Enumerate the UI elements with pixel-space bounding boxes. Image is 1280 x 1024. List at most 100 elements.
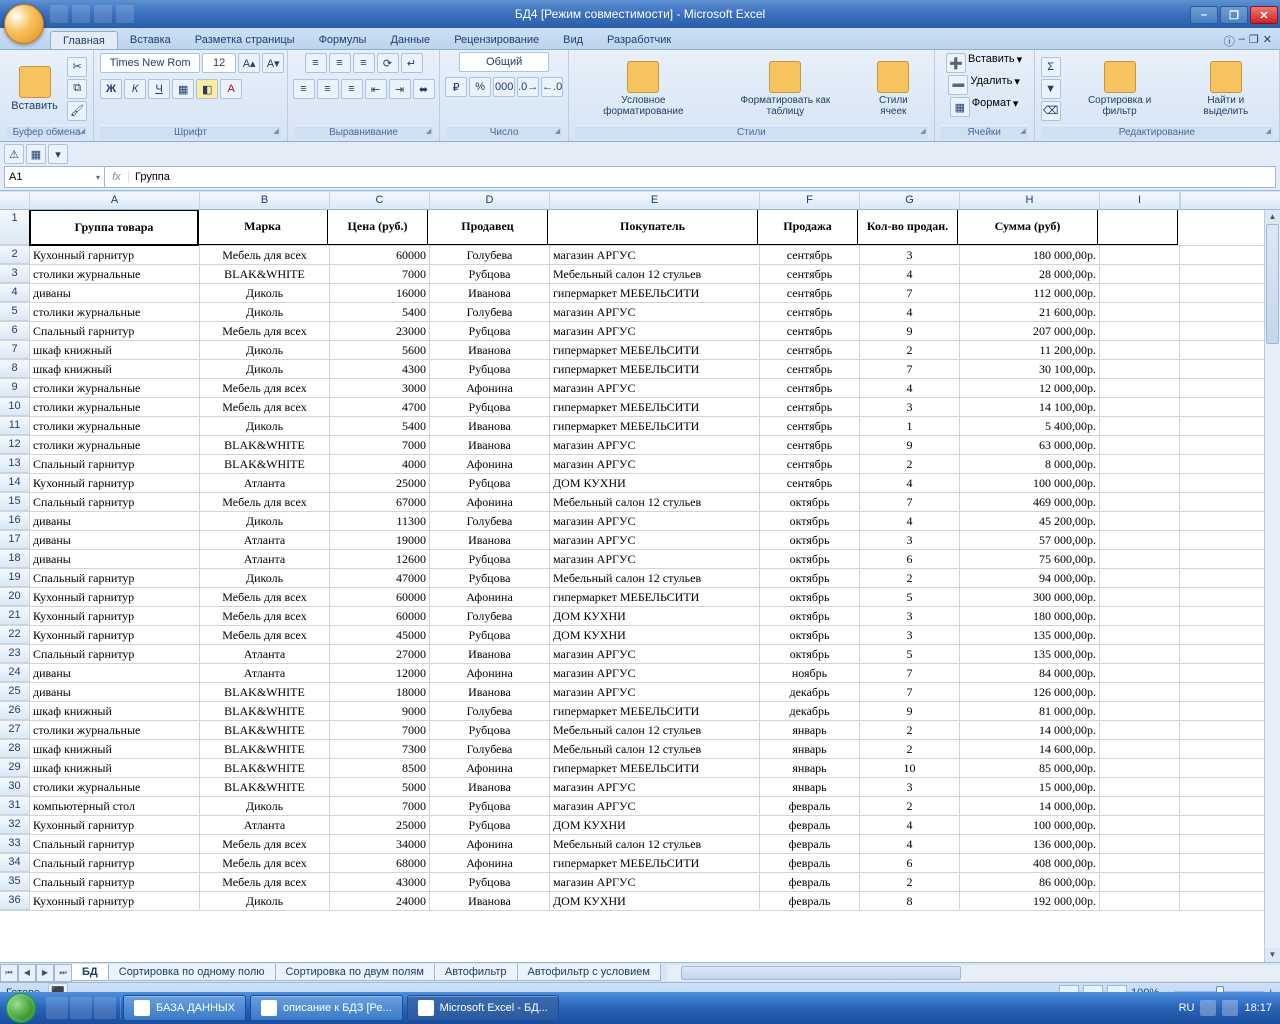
row-header[interactable]: 7	[0, 341, 30, 359]
close-button[interactable]: ✕	[1250, 6, 1278, 24]
cell[interactable]: 135 000,00р.	[960, 626, 1100, 644]
cell[interactable]: ДОМ КУХНИ	[550, 607, 760, 625]
cell[interactable]: Мебель для всех	[200, 607, 330, 625]
row-header[interactable]: 15	[0, 493, 30, 511]
cell[interactable]: столики журнальные	[30, 778, 200, 796]
tray-icon[interactable]	[1200, 1000, 1216, 1016]
cell[interactable]: сентябрь	[760, 474, 860, 492]
cell[interactable]: Голубева	[430, 607, 550, 625]
delete-button[interactable]: Удалить	[970, 75, 1012, 95]
cell[interactable]: Кухонный гарнитур	[30, 626, 200, 644]
cell[interactable]: Мебель для всех	[200, 854, 330, 872]
comma-icon[interactable]: 000	[493, 77, 515, 97]
cell[interactable]	[1100, 360, 1180, 378]
cell[interactable]: Диколь	[200, 341, 330, 359]
start-button[interactable]	[0, 992, 42, 1024]
indent-dec-icon[interactable]: ⇤	[365, 79, 387, 99]
cell[interactable]: BLAK&WHITE	[200, 778, 330, 796]
formula-input[interactable]: Группа	[129, 171, 1275, 183]
cell[interactable]: октябрь	[760, 588, 860, 606]
cell[interactable]: шкаф книжный	[30, 759, 200, 777]
cell[interactable]: Мебельный салон 12 стульев	[550, 740, 760, 758]
cell[interactable]: 12600	[330, 550, 430, 568]
cell[interactable]: 23000	[330, 322, 430, 340]
cell[interactable]: магазин АРГУС	[550, 246, 760, 264]
vertical-scrollbar[interactable]: ▲ ▼	[1264, 210, 1280, 962]
close-workbook-button[interactable]: ✕	[1263, 33, 1272, 49]
cell[interactable]	[1100, 626, 1180, 644]
cell[interactable]: диваны	[30, 550, 200, 568]
cell[interactable]: сентябрь	[760, 284, 860, 302]
cell[interactable]: гипермаркет МЕБЕЛЬСИТИ	[550, 398, 760, 416]
cell[interactable]: Мебель для всех	[200, 626, 330, 644]
restore-window-button[interactable]: ❐	[1249, 33, 1259, 49]
cell[interactable]: 3	[860, 531, 960, 549]
cell[interactable]: 2	[860, 740, 960, 758]
col-header[interactable]: I	[1100, 192, 1180, 209]
cell[interactable]: ДОМ КУХНИ	[550, 474, 760, 492]
cell[interactable]: 7	[860, 683, 960, 701]
cell[interactable]: шкаф книжный	[30, 740, 200, 758]
cell[interactable]	[1100, 892, 1180, 910]
cell[interactable]: BLAK&WHITE	[200, 436, 330, 454]
cell[interactable]: Кухонный гарнитур	[30, 816, 200, 834]
grid-rows[interactable]: 1Группа товараМаркаЦена (руб.)ПродавецПо…	[0, 210, 1264, 962]
indent-inc-icon[interactable]: ⇥	[389, 79, 411, 99]
row-header[interactable]: 13	[0, 455, 30, 473]
row-header[interactable]: 1	[0, 210, 30, 245]
cell[interactable]: Мебель для всех	[200, 246, 330, 264]
ribbon-tab[interactable]: Вставка	[118, 31, 183, 49]
cell[interactable]: столики журнальные	[30, 436, 200, 454]
cell[interactable]: Рубцова	[430, 816, 550, 834]
cell[interactable]: Атланта	[200, 531, 330, 549]
cell[interactable]: магазин АРГУС	[550, 379, 760, 397]
row-header[interactable]: 33	[0, 835, 30, 853]
row-header[interactable]: 19	[0, 569, 30, 587]
cell[interactable]: Спальный гарнитур	[30, 455, 200, 473]
cell[interactable]: Иванова	[430, 531, 550, 549]
security-warning-icon[interactable]: ⚠	[4, 144, 24, 164]
cell[interactable]: столики журнальные	[30, 265, 200, 283]
sheet-nav-next-icon[interactable]: ▶	[36, 964, 54, 982]
cell[interactable]: сентябрь	[760, 436, 860, 454]
autosum-icon[interactable]: Σ	[1041, 57, 1061, 77]
qat-save-icon[interactable]	[50, 5, 68, 23]
currency-icon[interactable]: ₽	[445, 77, 467, 97]
border-button[interactable]: ▦	[172, 79, 194, 99]
fx-icon[interactable]: fx	[105, 171, 129, 183]
cell[interactable]: 2	[860, 721, 960, 739]
cell[interactable]: январь	[760, 778, 860, 796]
cell[interactable]	[1100, 721, 1180, 739]
cell[interactable]: Кухонный гарнитур	[30, 474, 200, 492]
header-cell[interactable]: Марка	[198, 210, 328, 245]
cell[interactable]: 408 000,00р.	[960, 854, 1100, 872]
row-header[interactable]: 16	[0, 512, 30, 530]
cell[interactable]: гипермаркет МЕБЕЛЬСИТИ	[550, 284, 760, 302]
cell[interactable]: 4000	[330, 455, 430, 473]
cell[interactable]	[1100, 455, 1180, 473]
cell[interactable]: магазин АРГУС	[550, 873, 760, 891]
cell[interactable]: 5400	[330, 417, 430, 435]
cell[interactable]: Голубева	[430, 246, 550, 264]
cell[interactable]: Мебель для всех	[200, 835, 330, 853]
row-header[interactable]: 22	[0, 626, 30, 644]
cell[interactable]: Рубцова	[430, 626, 550, 644]
row-header[interactable]: 5	[0, 303, 30, 321]
cell[interactable]: Диколь	[200, 284, 330, 302]
header-cell[interactable]: Покупатель	[548, 210, 758, 245]
cell-styles-button[interactable]: Стили ячеек	[859, 56, 928, 122]
cell[interactable]: магазин АРГУС	[550, 303, 760, 321]
cell[interactable]: BLAK&WHITE	[200, 683, 330, 701]
merge-cells-icon[interactable]: ⬌	[413, 79, 435, 99]
header-cell[interactable]: Кол-во продан.	[858, 210, 958, 245]
align-middle-icon[interactable]: ≡	[329, 53, 351, 73]
cell[interactable]: 18000	[330, 683, 430, 701]
cell[interactable]: Атланта	[200, 474, 330, 492]
cell[interactable]: сентябрь	[760, 360, 860, 378]
sheet-nav-first-icon[interactable]: ⏮	[0, 964, 18, 982]
cell[interactable]: 3	[860, 778, 960, 796]
cell[interactable]: BLAK&WHITE	[200, 740, 330, 758]
cell[interactable]: январь	[760, 721, 860, 739]
cell[interactable]: 12 000,00р.	[960, 379, 1100, 397]
cell[interactable]: 14 000,00р.	[960, 721, 1100, 739]
